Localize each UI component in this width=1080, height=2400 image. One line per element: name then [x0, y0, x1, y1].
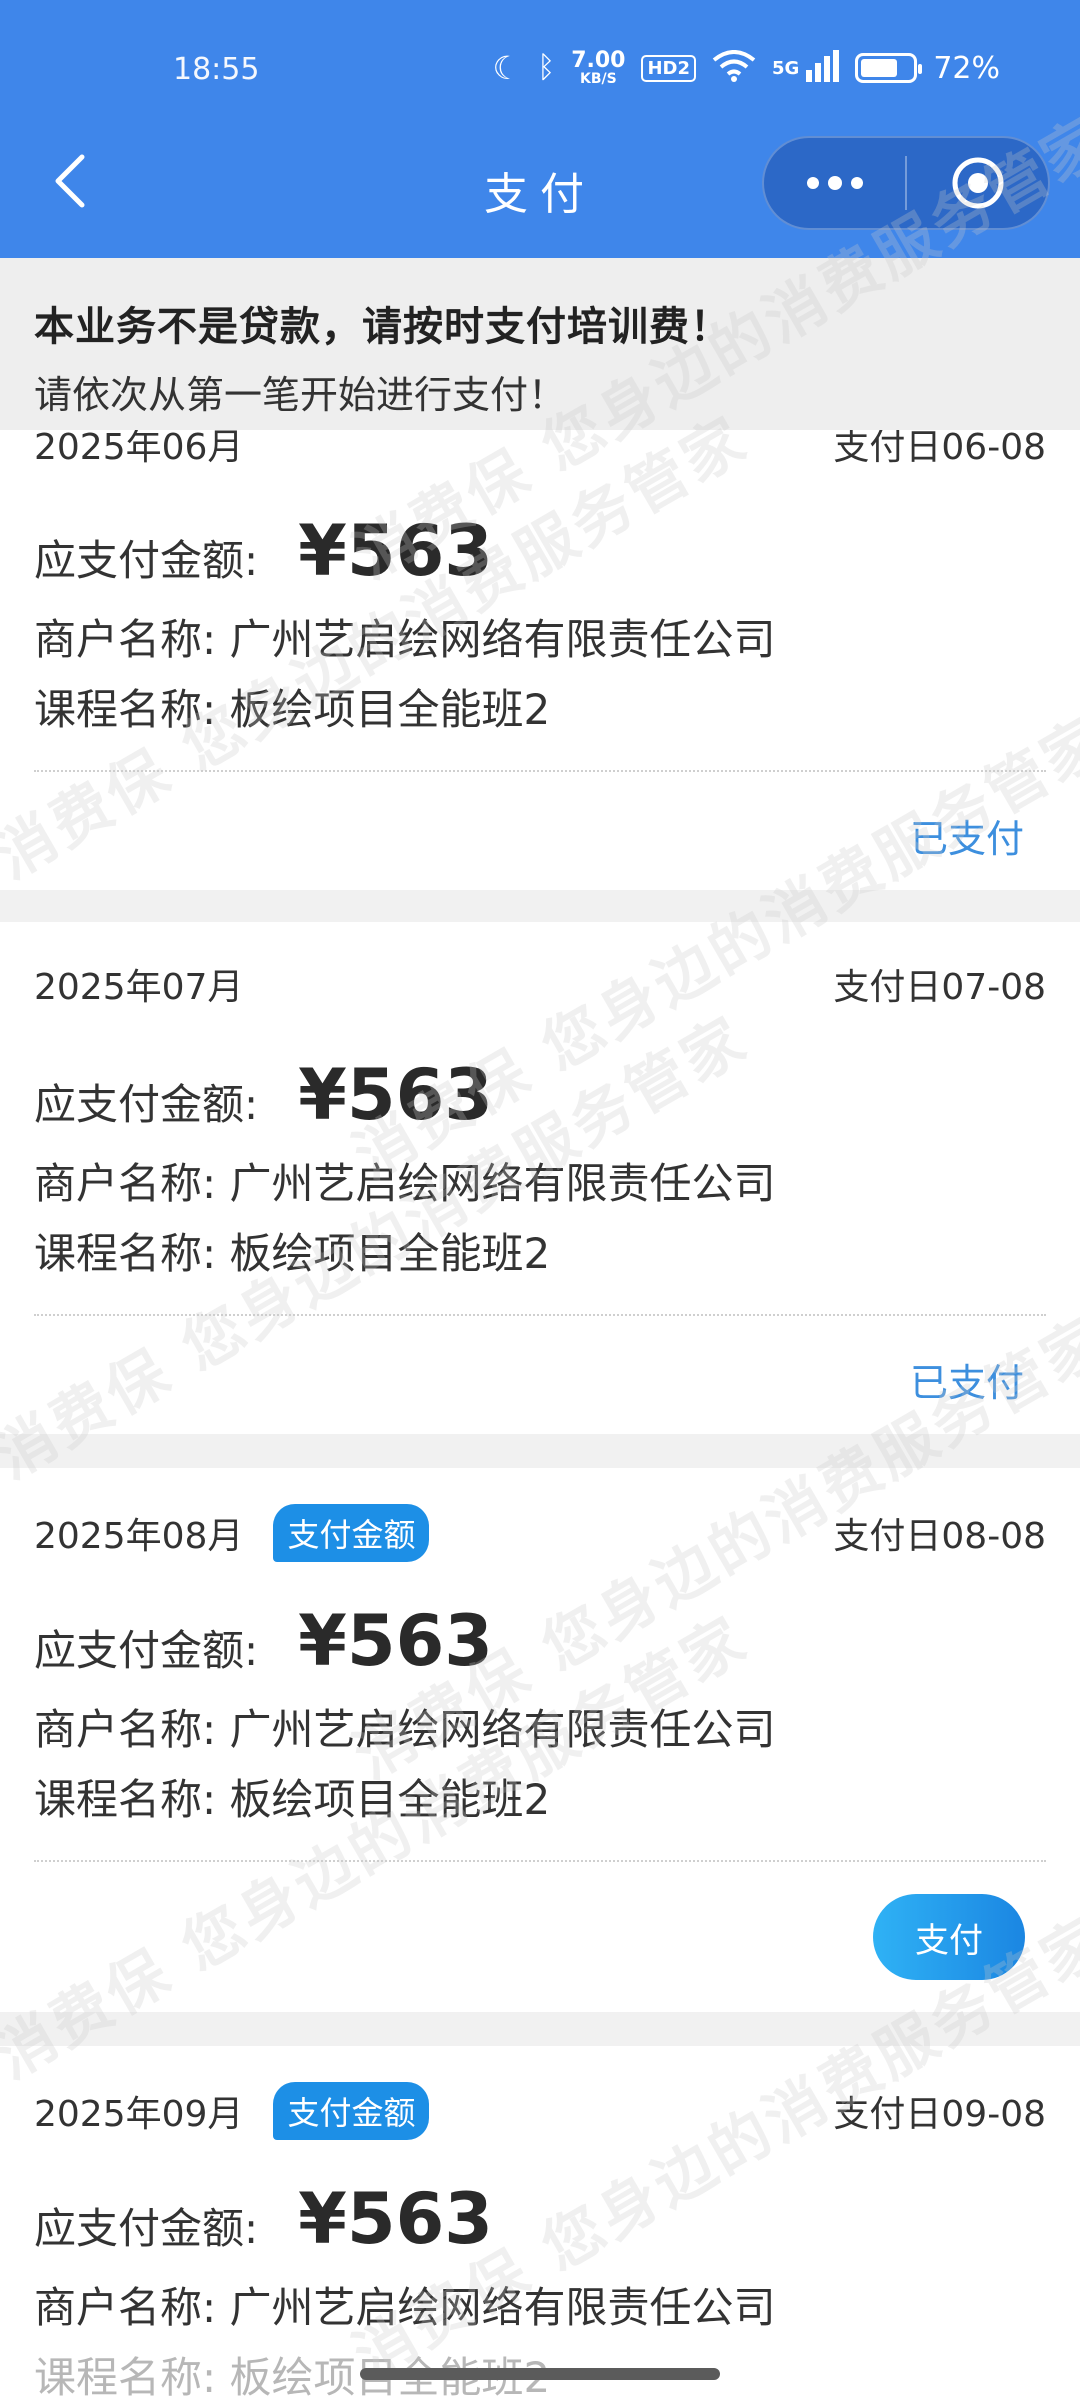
moon-icon: ☾ — [492, 49, 522, 87]
speed-value: 7.00 — [571, 48, 626, 73]
amount-badge: 支付金额 — [273, 1504, 430, 1562]
network-speed: 7.00 KB/S — [571, 48, 626, 87]
card-top-row: 2025年08月 支付金额 支付日08-08 — [34, 1504, 1046, 1562]
amount-badge: 支付金额 — [273, 2082, 430, 2140]
target-close-icon — [952, 157, 1003, 209]
course-label: 课程名称: — [34, 685, 217, 734]
payment-card: 2025年09月 支付金额 支付日09-08 应支付金额: ¥563 商户名称:… — [0, 2046, 1080, 2400]
merchant-row: 商户名称: 广州艺启绘网络有限责任公司 — [34, 1150, 776, 1211]
payment-card: 2025年08月 支付金额 支付日08-08 应支付金额: ¥563 商户名称:… — [0, 1468, 1080, 2012]
amount-label: 应支付金额: — [34, 1626, 259, 1675]
home-indicator[interactable] — [360, 2368, 720, 2380]
merchant-label: 商户名称: — [34, 2283, 217, 2332]
paid-status: 已支付 — [909, 817, 1024, 861]
merchant-value: 广州艺启绘网络有限责任公司 — [229, 2283, 776, 2332]
hd-icon: HD2 — [641, 54, 696, 82]
amount-value: ¥563 — [298, 2178, 493, 2260]
paid-status: 已支付 — [909, 1361, 1024, 1405]
pay-button[interactable]: 支付 — [873, 1894, 1025, 1980]
header-bar: 18:55 ☾ ᛒ 7.00 KB/S HD2 5G 72% 支付 — [0, 0, 1080, 258]
status-bar: 18:55 ☾ ᛒ 7.00 KB/S HD2 5G 72% — [0, 0, 1080, 142]
card-top-row: 2025年07月 支付日07-08 — [34, 958, 1046, 1010]
payment-card: 2025年07月 支付日07-08 应支付金额: ¥563 商户名称: 广州艺启… — [0, 922, 1080, 1434]
amount-value: ¥563 — [298, 510, 493, 592]
course-row: 课程名称: 板绘项目全能班2 — [34, 1766, 550, 1827]
network-type: 5G — [772, 57, 800, 79]
course-row: 课程名称: 板绘项目全能班2 — [34, 676, 550, 737]
course-label: 课程名称: — [34, 1229, 217, 1278]
signal-icon — [805, 50, 840, 86]
course-value: 板绘项目全能班2 — [229, 1229, 551, 1278]
merchant-row: 商户名称: 广州艺启绘网络有限责任公司 — [34, 606, 776, 667]
merchant-label: 商户名称: — [34, 1159, 217, 1208]
notice-title: 本业务不是贷款，请按时支付培训费！ — [34, 304, 731, 350]
amount-label: 应支付金额: — [34, 536, 259, 585]
card-month: 2025年07月 — [34, 967, 244, 1008]
amount-value: ¥563 — [298, 1054, 493, 1136]
notice-subtitle: 请依次从第一笔开始进行支付！ — [34, 373, 567, 417]
more-button[interactable] — [764, 138, 905, 228]
amount-label: 应支付金额: — [34, 2204, 259, 2253]
app-root: 18:55 ☾ ᛒ 7.00 KB/S HD2 5G 72% 支付 本业务不是贷… — [0, 0, 1080, 2400]
course-row: 课程名称: 板绘项目全能班2 — [34, 1220, 550, 1281]
amount-row: 应支付金额: ¥563 — [34, 1600, 493, 1682]
dotted-divider — [34, 1860, 1046, 1862]
status-time: 18:55 — [173, 52, 260, 87]
amount-value: ¥563 — [298, 1600, 493, 1682]
card-top-row: 2025年09月 支付金额 支付日09-08 — [34, 2082, 1046, 2140]
merchant-label: 商户名称: — [34, 615, 217, 664]
close-miniprogram-button[interactable] — [907, 138, 1048, 228]
course-label: 课程名称: — [34, 2353, 217, 2400]
battery-icon — [855, 53, 923, 83]
payment-card: 2025年06月 支付日06-08 应支付金额: ¥563 商户名称: 广州艺启… — [0, 400, 1080, 890]
merchant-row: 商户名称: 广州艺启绘网络有限责任公司 — [34, 1696, 776, 1757]
course-value: 板绘项目全能班2 — [229, 685, 551, 734]
bluetooth-icon: ᛒ — [537, 50, 556, 85]
mini-program-capsule — [762, 136, 1050, 230]
amount-row: 应支付金额: ¥563 — [34, 2178, 493, 2260]
amount-row: 应支付金额: ¥563 — [34, 1054, 493, 1136]
course-value: 板绘项目全能班2 — [229, 1775, 551, 1824]
status-icons: ☾ ᛒ 7.00 KB/S HD2 5G 72% — [492, 48, 1001, 87]
dotted-divider — [34, 770, 1046, 772]
battery-text: 72% — [933, 50, 1000, 86]
card-due-date: 支付日07-08 — [833, 967, 1046, 1008]
card-month: 2025年08月 — [34, 1516, 244, 1557]
merchant-value: 广州艺启绘网络有限责任公司 — [229, 1705, 776, 1754]
wifi-icon — [712, 50, 756, 86]
course-label: 课程名称: — [34, 1775, 217, 1824]
merchant-value: 广州艺启绘网络有限责任公司 — [229, 1159, 776, 1208]
card-month: 2025年09月 — [34, 2094, 244, 2135]
battery-fill — [861, 59, 898, 77]
card-due-date: 支付日08-08 — [833, 1516, 1046, 1557]
merchant-label: 商户名称: — [34, 1705, 217, 1754]
card-due-date: 支付日09-08 — [833, 2094, 1046, 2135]
speed-unit: KB/S — [579, 71, 617, 87]
amount-row: 应支付金额: ¥563 — [34, 510, 493, 592]
dotted-divider — [34, 1314, 1046, 1316]
more-dots-icon — [806, 176, 863, 190]
merchant-value: 广州艺启绘网络有限责任公司 — [229, 615, 776, 664]
merchant-row: 商户名称: 广州艺启绘网络有限责任公司 — [34, 2274, 776, 2335]
amount-label: 应支付金额: — [34, 1080, 259, 1129]
notice-banner: 本业务不是贷款，请按时支付培训费！ 请依次从第一笔开始进行支付！ — [0, 258, 1080, 430]
